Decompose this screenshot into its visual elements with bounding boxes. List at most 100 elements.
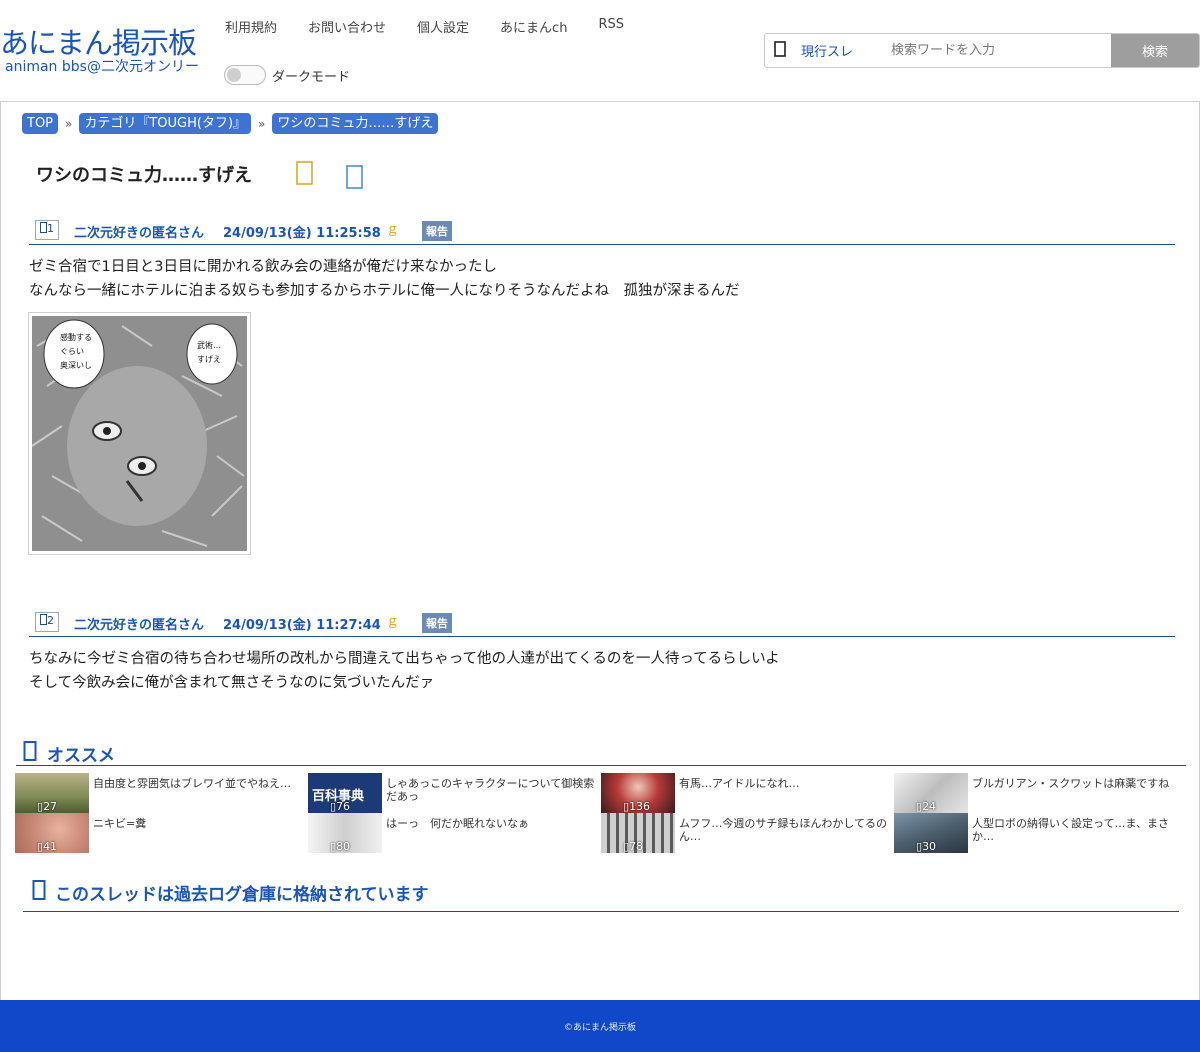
like-icon[interactable]: ｇ: [386, 610, 399, 629]
recommend-title: 自由度と雰囲気はブレワイ並でやねえ…: [93, 777, 291, 790]
recommend-title: 人型ロボの納得いく設定って…ま、まさか…: [972, 817, 1170, 843]
reply-count: ▯24: [916, 800, 937, 813]
recommend-thumbnail: ▯24: [894, 773, 968, 813]
post-line: なんなら一緒にホテルに泊まる奴らも参加するからホテルに俺一人になりそうなんだよね…: [29, 283, 740, 299]
search-input[interactable]: [891, 34, 1103, 67]
reply-count-value: 41: [43, 840, 58, 853]
post-header: 2 二次元好きの匿名さん 24/09/13(金) 11:27:44 ｇ 報告: [29, 605, 1175, 637]
reply-count-value: 80: [336, 840, 351, 853]
recommend-list: ▯27 自由度と雰囲気はブレワイ並でやねえ… 百科事典 ▯76 しゃあっこのキャ…: [15, 773, 1187, 855]
recommend-thumbnail: 百科事典 ▯76: [308, 773, 382, 813]
recommend-label: オススメ: [47, 746, 115, 766]
post-header: 1 二次元好きの匿名さん 24/09/13(金) 11:25:58 ｇ 報告: [29, 213, 1175, 245]
darkmode-label: ダークモード: [272, 69, 351, 85]
reply-count: ▯76: [330, 800, 351, 813]
nav-contact-link[interactable]: お問い合わせ: [308, 17, 386, 36]
post-date: 24/09/13(金) 11:27:44: [223, 618, 381, 633]
share-icon[interactable]: [345, 164, 365, 196]
search-button[interactable]: 検索: [1111, 34, 1199, 67]
recommend-thumbnail: ▯27: [15, 773, 89, 813]
like-icon[interactable]: ｇ: [386, 218, 399, 237]
svg-text:ぐらい: ぐらい: [60, 347, 84, 356]
breadcrumb-separator: »: [258, 116, 266, 131]
report-button[interactable]: 報告: [422, 613, 452, 633]
bookmark-icon[interactable]: [295, 160, 315, 192]
post-author: 二次元好きの匿名さん: [74, 226, 205, 241]
darkmode-toggle[interactable]: [224, 65, 266, 85]
nav-animanch-link[interactable]: あにまんch: [500, 17, 567, 36]
post-line: そして今飲み会に俺が含まれて無さそうなのに気づいたんだァ: [29, 675, 435, 691]
search-scope-select[interactable]: 現行スレ: [801, 41, 891, 60]
breadcrumb-category[interactable]: カテゴリ『TOUGH(タフ)』: [79, 113, 252, 134]
site-title[interactable]: あにまん掲示板: [0, 26, 199, 60]
breadcrumb-top[interactable]: TOP: [22, 113, 59, 134]
reply-count: ▯41: [37, 840, 58, 853]
darkmode-control: ダークモード: [224, 65, 350, 85]
svg-text:感動する: 感動する: [60, 332, 92, 342]
svg-text:すげえ: すげえ: [197, 355, 221, 364]
recommend-item[interactable]: 百科事典 ▯76 しゃあっこのキャラクターについて御検索だあっ: [308, 773, 598, 813]
recommend-item[interactable]: ▯80 はーっ 何だか眠れないなぁ: [308, 813, 598, 853]
search-bar: 現行スレ 検索: [764, 33, 1200, 68]
recommend-title: 有馬…アイドルになれ…: [679, 777, 800, 790]
recommend-item[interactable]: ▯41 ニキビ=糞: [15, 813, 305, 853]
post-body: ちなみに今ゼミ合宿の待ち合わせ場所の改札から間違えて出ちゃって他の人達が出てくる…: [29, 647, 780, 695]
recommend-thumbnail: ▯136: [601, 773, 675, 813]
recommend-thumbnail: ▯80: [308, 813, 382, 853]
breadcrumb-thread[interactable]: ワシのコミュ力……すげえ: [272, 113, 439, 134]
site-subtitle: animan bbs@二次元オンリー: [5, 59, 199, 75]
recommend-header: オススメ: [16, 738, 1186, 766]
copyright: ©あにまん掲示板: [563, 1023, 636, 1033]
reply-count-value: 76: [336, 800, 351, 813]
reply-count-value: 27: [43, 800, 58, 813]
recommend-title: ニキビ=糞: [93, 817, 147, 830]
reply-count-value: 136: [629, 800, 651, 813]
recommend-title: しゃあっこのキャラクターについて御検索だあっ: [386, 777, 595, 803]
recommend-item[interactable]: ▯24 ブルガリアン・スクワットは麻薬ですね: [894, 773, 1184, 813]
post-number-text: 2: [47, 614, 54, 627]
svg-text:奥深いし: 奥深いし: [60, 360, 92, 370]
reply-count-value: 30: [922, 840, 937, 853]
post-author: 二次元好きの匿名さん: [74, 618, 205, 633]
toggle-knob: [227, 68, 241, 82]
search-icon: [769, 40, 793, 61]
post-number[interactable]: 1: [35, 220, 59, 240]
main-content: TOP » カテゴリ『TOUGH(タフ)』 » ワシのコミュ力……すげえ ワシの…: [0, 101, 1200, 1000]
archive-notice: このスレッドは過去ログ倉庫に格納されています: [23, 876, 1179, 912]
reply-count-value: 78: [629, 840, 644, 853]
reply-count: ▯80: [330, 840, 351, 853]
nav-rss-link[interactable]: RSS: [598, 17, 624, 36]
recommend-title: ムフフ…今週のサチ録もほんわかしてるのん…: [679, 817, 888, 843]
recommend-item[interactable]: ▯78 ムフフ…今週のサチ録もほんわかしてるのん…: [601, 813, 891, 853]
recommend-item[interactable]: ▯27 自由度と雰囲気はブレワイ並でやねえ…: [15, 773, 305, 813]
post-number[interactable]: 2: [35, 612, 59, 632]
nav-settings-link[interactable]: 個人設定: [417, 17, 469, 36]
reply-count: ▯27: [37, 800, 58, 813]
report-button[interactable]: 報告: [422, 221, 452, 241]
archive-label: このスレッドは過去ログ倉庫に格納されています: [55, 885, 429, 905]
recommend-item[interactable]: ▯30 人型ロボの納得いく設定って…ま、まさか…: [894, 813, 1184, 853]
site-header: あにまん掲示板 animan bbs@二次元オンリー 利用規約 お問い合わせ 個…: [0, 0, 1200, 100]
site-footer: ©あにまん掲示板: [0, 1000, 1200, 1052]
recommend-title: ブルガリアン・スクワットは麻薬ですね: [972, 777, 1170, 790]
nav-terms-link[interactable]: 利用規約: [225, 17, 277, 36]
post-date: 24/09/13(金) 11:25:58: [223, 226, 381, 241]
post-body: ゼミ合宿で1日目と3日目に開かれる飲み会の連絡が俺だけ来なかったし なんなら一緒…: [29, 255, 740, 303]
post-line: ゼミ合宿で1日目と3日目に開かれる飲み会の連絡が俺だけ来なかったし: [29, 259, 497, 275]
recommend-thumbnail: ▯41: [15, 813, 89, 853]
reply-count-value: 24: [922, 800, 937, 813]
reply-count: ▯136: [623, 800, 651, 813]
recommend-title: はーっ 何だか眠れないなぁ: [386, 817, 529, 830]
breadcrumb-separator: »: [65, 116, 73, 131]
svg-text:武術…: 武術…: [197, 340, 221, 350]
recommend-thumbnail: ▯78: [601, 813, 675, 853]
reply-count: ▯30: [916, 840, 937, 853]
site-logo[interactable]: あにまん掲示板 animan bbs@二次元オンリー: [0, 26, 199, 75]
top-nav: 利用規約 お問い合わせ 個人設定 あにまんch RSS: [225, 17, 655, 36]
recommend-thumbnail: ▯30: [894, 813, 968, 853]
post-image[interactable]: 感動する ぐらい 奥深いし 武術… すげえ: [28, 312, 251, 555]
breadcrumb: TOP » カテゴリ『TOUGH(タフ)』 » ワシのコミュ力……すげえ: [22, 113, 439, 134]
thread-title: ワシのコミュ力……すげえ: [36, 165, 252, 186]
recommend-item[interactable]: ▯136 有馬…アイドルになれ…: [601, 773, 891, 813]
post-number-text: 1: [47, 222, 54, 235]
